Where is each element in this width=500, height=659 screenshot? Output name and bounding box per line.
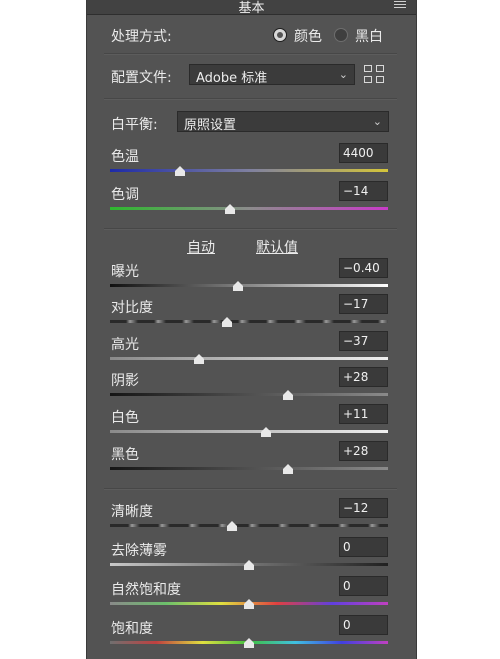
shadows-value-field[interactable]: +28 <box>339 367 388 387</box>
blacks-label: 黑色 <box>111 447 139 463</box>
temp-label: 色温 <box>111 149 139 165</box>
tint-value-field[interactable]: −14 <box>339 181 388 201</box>
exposure-label: 曝光 <box>111 264 139 280</box>
white-balance-label: 白平衡: <box>111 117 158 133</box>
divider <box>104 228 397 230</box>
tint-slider-track[interactable] <box>110 207 388 210</box>
profile-value: Adobe 标准 <box>196 71 268 86</box>
blacks-slider-track[interactable] <box>110 467 388 470</box>
blacks-value-field[interactable]: +28 <box>339 441 388 461</box>
shadows-slider-track[interactable] <box>110 393 388 396</box>
saturation-label: 饱和度 <box>111 621 153 637</box>
white-balance-value: 原照设置 <box>184 118 237 133</box>
dehaze-value-field[interactable]: 0 <box>339 537 388 557</box>
treatment-bw-label[interactable]: 黑白 <box>355 26 383 46</box>
exposure-value-field[interactable]: −0.40 <box>339 258 388 278</box>
panel-title: 基本 <box>238 1 265 16</box>
profile-browser-grid-icon[interactable] <box>364 65 386 85</box>
whites-slider-track[interactable] <box>110 430 388 433</box>
whites-label: 白色 <box>111 410 139 426</box>
divider <box>104 488 397 490</box>
whites-value-field[interactable]: +11 <box>339 404 388 424</box>
profile-select[interactable]: Adobe 标准 ⌄ <box>189 64 355 86</box>
profile-label: 配置文件: <box>111 70 172 86</box>
shadows-label: 阴影 <box>111 373 139 389</box>
auto-button[interactable]: 自动 <box>187 237 215 257</box>
clarity-value-field[interactable]: −12 <box>339 498 388 518</box>
panel-titlebar: 基本 <box>87 0 416 16</box>
treatment-color-radio[interactable] <box>273 28 287 42</box>
treatment-color-label[interactable]: 颜色 <box>294 26 322 46</box>
temp-slider-track[interactable] <box>110 169 388 172</box>
highlights-label: 高光 <box>111 337 139 353</box>
treatment-label: 处理方式: <box>111 29 172 45</box>
tint-label: 色调 <box>111 187 139 203</box>
highlights-slider-track[interactable] <box>110 357 388 360</box>
panel-menu-icon[interactable] <box>394 1 406 10</box>
basic-panel: 基本 处理方式: 颜色 黑白 配置文件: Adobe 标准 ⌄ 白平衡: 原照设… <box>86 0 417 659</box>
highlights-value-field[interactable]: −37 <box>339 331 388 351</box>
saturation-value-field[interactable]: 0 <box>339 615 388 635</box>
temp-value-field[interactable]: 4400 <box>339 143 388 163</box>
contrast-value-field[interactable]: −17 <box>339 294 388 314</box>
default-button[interactable]: 默认值 <box>256 237 298 257</box>
chevron-down-icon: ⌄ <box>338 68 348 81</box>
chevron-down-icon: ⌄ <box>372 115 382 128</box>
divider <box>104 98 397 100</box>
dehaze-label: 去除薄雾 <box>111 543 167 559</box>
contrast-label: 对比度 <box>111 300 153 316</box>
treatment-bw-radio[interactable] <box>334 28 348 42</box>
white-balance-select[interactable]: 原照设置 ⌄ <box>177 111 389 133</box>
clarity-label: 清晰度 <box>111 504 153 520</box>
contrast-slider-track[interactable] <box>110 320 388 323</box>
clarity-slider-track[interactable] <box>110 524 388 527</box>
divider <box>104 53 397 55</box>
vibrance-label: 自然饱和度 <box>111 582 181 598</box>
exposure-slider-track[interactable] <box>110 284 388 287</box>
vibrance-value-field[interactable]: 0 <box>339 576 388 596</box>
